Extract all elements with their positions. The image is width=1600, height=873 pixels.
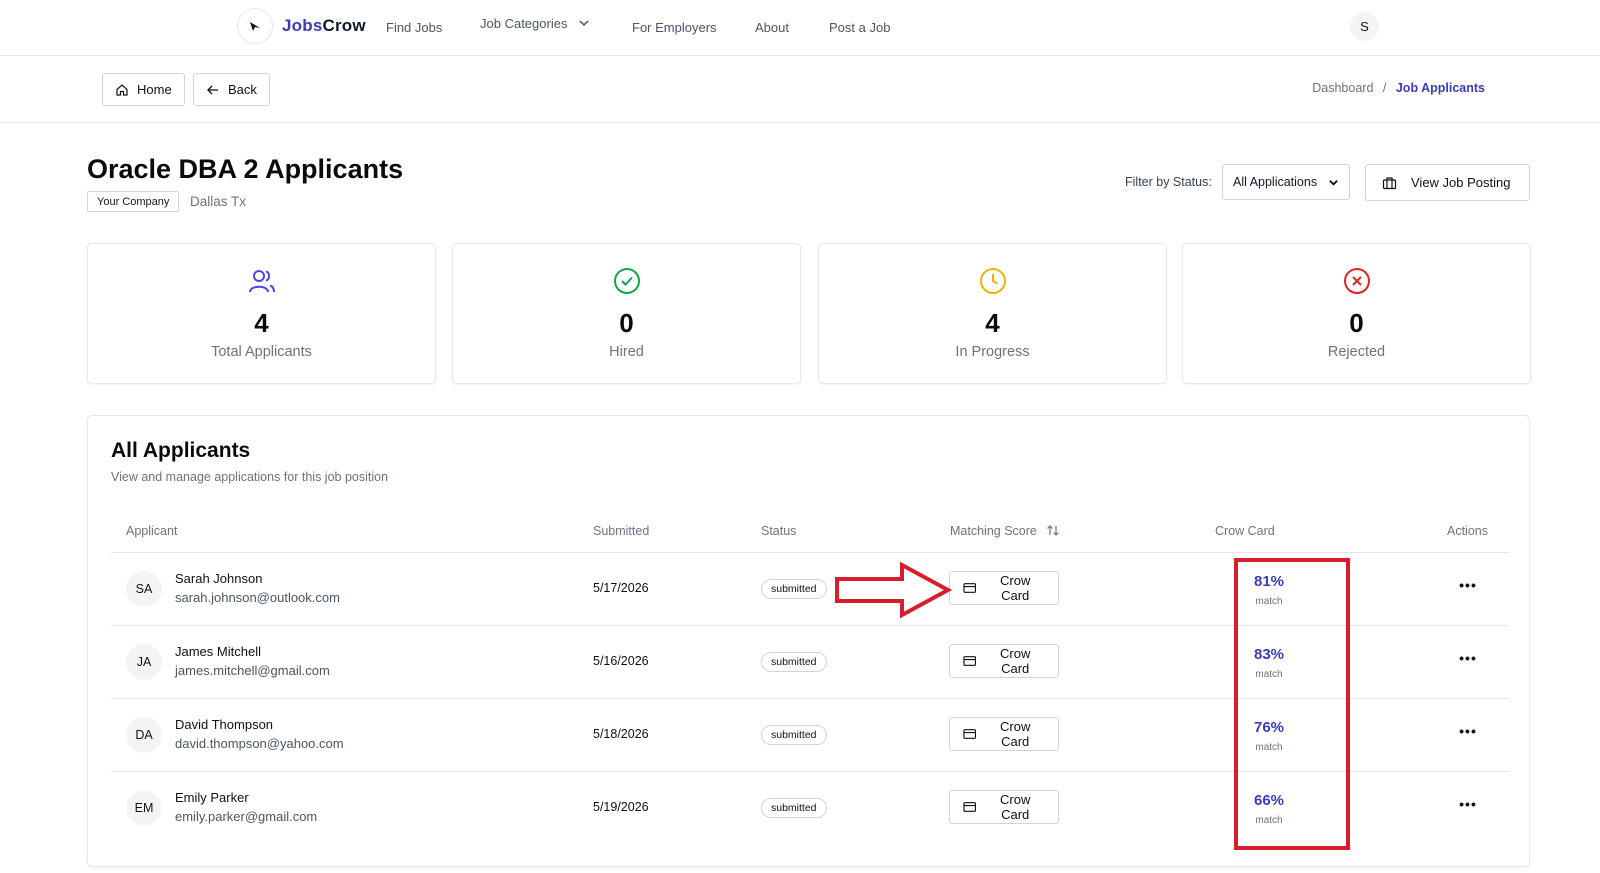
column-header-matching-score[interactable]: Matching Score bbox=[950, 524, 1060, 538]
status-badge: submitted bbox=[761, 579, 827, 599]
stat-label: Rejected bbox=[1327, 344, 1386, 360]
breadcrumb-job-applicants: Job Applicants bbox=[1395, 81, 1485, 95]
brand-name[interactable]: JobsCrow bbox=[282, 16, 366, 36]
back-label: Back bbox=[228, 82, 257, 97]
x-circle-icon bbox=[1343, 268, 1370, 294]
page-title: Oracle DBA 2 Applicants bbox=[87, 154, 404, 184]
more-actions-icon[interactable]: ••• bbox=[1456, 796, 1480, 816]
breadcrumb-separator: / bbox=[1382, 81, 1387, 95]
view-job-posting-button[interactable]: View Job Posting bbox=[1365, 164, 1530, 201]
filter-label: Filter by Status: bbox=[1125, 175, 1212, 189]
arrow-left-icon bbox=[207, 85, 218, 94]
stat-value: 0 bbox=[619, 308, 634, 338]
more-actions-icon[interactable]: ••• bbox=[1456, 723, 1480, 743]
chevron-down-icon[interactable] bbox=[578, 17, 590, 29]
briefcase-icon bbox=[1382, 176, 1397, 189]
status-badge: submitted bbox=[761, 725, 827, 745]
more-actions-icon[interactable]: ••• bbox=[1456, 650, 1480, 670]
credit-card-icon bbox=[963, 583, 977, 593]
stat-card-rejected: 0 Rejected bbox=[1182, 243, 1531, 384]
crow-card-button[interactable]: Crow Card bbox=[949, 790, 1059, 824]
crow-card-label: Crow Card bbox=[1000, 646, 1031, 676]
applicant-email: david.thompson@yahoo.com bbox=[175, 736, 344, 751]
applicant-name: Sarah Johnson bbox=[175, 571, 263, 586]
crow-card-button[interactable]: Crow Card bbox=[949, 717, 1059, 751]
applicant-name: Emily Parker bbox=[175, 790, 249, 805]
users-icon bbox=[248, 270, 275, 293]
annotation-highlight-box bbox=[1234, 558, 1350, 850]
stat-label: Total Applicants bbox=[211, 344, 312, 360]
column-header-crow-card: Crow Card bbox=[1215, 524, 1275, 538]
avatar: SA bbox=[126, 571, 162, 607]
avatar: EM bbox=[126, 790, 162, 826]
column-header-actions: Actions bbox=[1447, 524, 1488, 538]
stat-card-in-progress: 4 In Progress bbox=[818, 243, 1167, 384]
stat-value: 4 bbox=[985, 308, 1000, 338]
breadcrumb-dashboard[interactable]: Dashboard bbox=[1312, 81, 1373, 95]
crow-card-label: Crow Card bbox=[1000, 792, 1031, 822]
job-location: Dallas Tx bbox=[190, 194, 247, 209]
user-avatar[interactable]: S bbox=[1350, 12, 1379, 41]
credit-card-icon bbox=[963, 802, 977, 812]
back-button[interactable]: Back bbox=[193, 73, 270, 106]
crow-card-label: Crow Card bbox=[1000, 573, 1031, 603]
submitted-date: 5/18/2026 bbox=[593, 727, 649, 741]
check-circle-icon bbox=[613, 268, 640, 294]
view-job-posting-label: View Job Posting bbox=[1411, 175, 1511, 190]
stat-label: Hired bbox=[609, 344, 644, 360]
annotation-arrow-icon bbox=[835, 562, 952, 618]
company-badge: Your Company bbox=[87, 191, 180, 212]
sort-icon bbox=[1047, 525, 1060, 536]
nav-job-categories[interactable]: Job Categories bbox=[480, 16, 567, 31]
crow-card-button[interactable]: Crow Card bbox=[949, 571, 1059, 605]
applicant-email: emily.parker@gmail.com bbox=[175, 809, 318, 824]
panel-subtitle: View and manage applications for this jo… bbox=[111, 470, 389, 484]
crow-logo-icon[interactable] bbox=[237, 8, 273, 44]
credit-card-icon bbox=[963, 656, 977, 666]
column-header-submitted: Submitted bbox=[593, 524, 650, 538]
column-header-status: Status bbox=[761, 524, 797, 538]
home-button[interactable]: Home bbox=[102, 73, 185, 106]
chevron-down-icon bbox=[1329, 179, 1338, 186]
applicant-email: sarah.johnson@outlook.com bbox=[175, 590, 340, 605]
stat-card-total-applicants: 4 Total Applicants bbox=[87, 243, 436, 384]
column-header-applicant: Applicant bbox=[126, 524, 178, 538]
home-label: Home bbox=[137, 82, 172, 97]
nav-for-employers[interactable]: For Employers bbox=[632, 20, 717, 35]
status-badge: submitted bbox=[761, 798, 827, 818]
status-filter-select[interactable]: All Applications bbox=[1222, 164, 1350, 200]
more-actions-icon[interactable]: ••• bbox=[1456, 577, 1480, 597]
applicant-email: james.mitchell@gmail.com bbox=[175, 663, 330, 678]
panel-title: All Applicants bbox=[111, 439, 251, 462]
submitted-date: 5/17/2026 bbox=[593, 581, 649, 595]
stat-card-hired: 0 Hired bbox=[452, 243, 801, 384]
status-badge: submitted bbox=[761, 652, 827, 672]
nav-about[interactable]: About bbox=[755, 20, 789, 35]
nav-post-a-job[interactable]: Post a Job bbox=[829, 20, 890, 35]
applicant-name: David Thompson bbox=[175, 717, 274, 732]
clock-icon bbox=[979, 268, 1006, 294]
applicant-name: James Mitchell bbox=[175, 644, 261, 659]
submitted-date: 5/16/2026 bbox=[593, 654, 649, 668]
matching-score-label: Matching Score bbox=[950, 524, 1037, 538]
avatar: JA bbox=[126, 644, 162, 680]
top-navbar: JobsCrow Find Jobs Job Categories For Em… bbox=[0, 0, 1600, 56]
breadcrumb: Dashboard / Job Applicants bbox=[1312, 81, 1485, 95]
crow-card-button[interactable]: Crow Card bbox=[949, 644, 1059, 678]
home-icon bbox=[116, 83, 128, 96]
credit-card-icon bbox=[963, 729, 977, 739]
stat-value: 0 bbox=[1349, 308, 1364, 338]
stat-value: 4 bbox=[254, 308, 269, 338]
submitted-date: 5/19/2026 bbox=[593, 800, 649, 814]
crow-card-label: Crow Card bbox=[1000, 719, 1031, 749]
status-filter-value: All Applications bbox=[1233, 175, 1318, 189]
nav-find-jobs[interactable]: Find Jobs bbox=[386, 20, 442, 35]
stat-label: In Progress bbox=[955, 344, 1030, 360]
avatar: DA bbox=[126, 717, 162, 753]
